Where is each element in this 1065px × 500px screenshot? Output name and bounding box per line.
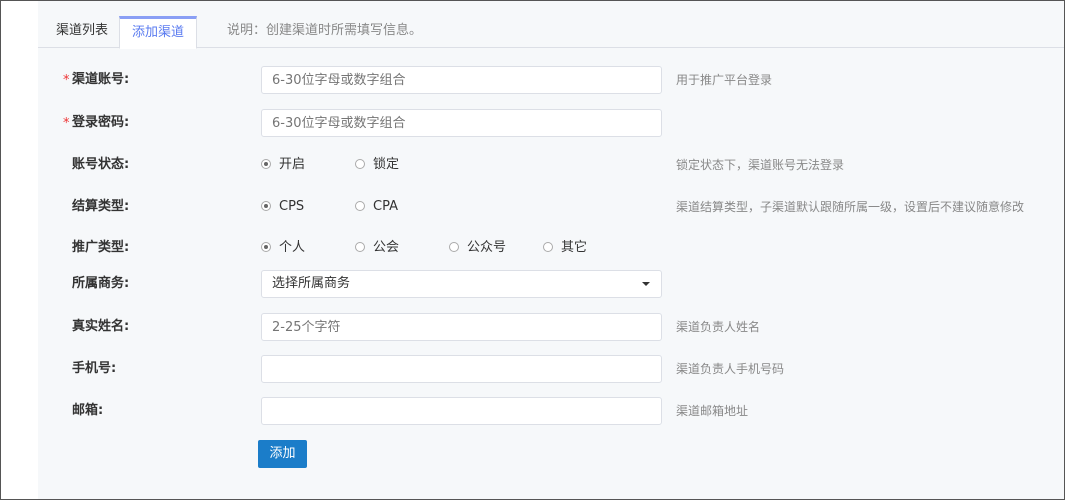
promotion-option-other: 其它 (561, 240, 588, 255)
tab-channel-list[interactable]: 渠道列表 (43, 16, 121, 48)
required-mark: * (63, 73, 70, 88)
radio-checked-icon (261, 242, 271, 252)
account-input[interactable] (261, 66, 662, 94)
business-select[interactable]: 选择所属商务 (261, 270, 662, 298)
row-real-name: 真实姓名: 渠道负责人姓名 (38, 313, 1064, 341)
promotion-radio-other[interactable]: 其它 (543, 234, 587, 262)
password-input[interactable] (261, 109, 662, 137)
password-label: 登录密码: (72, 115, 130, 130)
account-label: 渠道账号: (72, 72, 130, 87)
settlement-radio-cps[interactable]: CPS (261, 193, 304, 221)
window-frame: 渠道列表 添加渠道 说明：创建渠道时所需填写信息。 * 渠道账号: 用于推广平台… (0, 0, 1065, 500)
row-business: 所属商务: 选择所属商务 (38, 270, 1064, 298)
promotion-option-guild: 公会 (373, 240, 400, 255)
phone-hint: 渠道负责人手机号码 (676, 362, 785, 376)
phone-input[interactable] (261, 355, 662, 383)
status-option-open: 开启 (279, 157, 306, 172)
row-promotion: 推广类型: 个人 公会 公众号 其它 (38, 234, 1064, 262)
add-button[interactable]: 添加 (258, 440, 307, 468)
tab-description: 说明：创建渠道时所需填写信息。 (227, 23, 423, 38)
business-select-value: 选择所属商务 (272, 276, 351, 291)
content-panel: 渠道列表 添加渠道 说明：创建渠道时所需填写信息。 * 渠道账号: 用于推广平台… (38, 1, 1064, 499)
radio-checked-icon (261, 201, 271, 211)
status-hint: 锁定状态下，渠道账号无法登录 (676, 158, 845, 172)
radio-unchecked-icon (355, 159, 365, 169)
tab-add-channel[interactable]: 添加渠道 (119, 16, 197, 49)
radio-unchecked-icon (449, 242, 459, 252)
row-account: * 渠道账号: 用于推广平台登录 (38, 66, 1064, 94)
promotion-label: 推广类型: (72, 240, 130, 255)
email-hint: 渠道邮箱地址 (676, 404, 749, 418)
row-password: * 登录密码: (38, 109, 1064, 137)
settlement-hint: 渠道结算类型，子渠道默认跟随所属一级，设置后不建议随意修改 (676, 200, 1025, 214)
status-label: 账号状态: (72, 157, 130, 172)
email-input[interactable] (261, 397, 662, 425)
email-label: 邮箱: (72, 403, 104, 418)
promotion-radio-guild[interactable]: 公会 (355, 234, 399, 262)
radio-unchecked-icon (543, 242, 553, 252)
caret-down-icon (642, 282, 650, 286)
row-status: 账号状态: 开启 锁定 锁定状态下，渠道账号无法登录 (38, 151, 1064, 179)
radio-unchecked-icon (355, 242, 365, 252)
status-radio-lock[interactable]: 锁定 (355, 151, 399, 179)
real-name-input[interactable] (261, 313, 662, 341)
required-mark: * (63, 116, 70, 131)
row-email: 邮箱: 渠道邮箱地址 (38, 397, 1064, 425)
settlement-option-cpa: CPA (373, 199, 398, 214)
status-option-lock: 锁定 (373, 157, 400, 172)
real-name-label: 真实姓名: (72, 319, 130, 334)
promotion-radio-official-account[interactable]: 公众号 (449, 234, 506, 262)
radio-unchecked-icon (355, 201, 365, 211)
promotion-option-official-account: 公众号 (467, 240, 507, 255)
settlement-label: 结算类型: (72, 199, 130, 214)
account-hint: 用于推广平台登录 (676, 73, 773, 87)
promotion-radio-personal[interactable]: 个人 (261, 234, 305, 262)
radio-checked-icon (261, 159, 271, 169)
status-radio-open[interactable]: 开启 (261, 151, 305, 179)
business-label: 所属商务: (72, 276, 130, 291)
row-settlement: 结算类型: CPS CPA 渠道结算类型，子渠道默认跟随所属一级，设置后不建议随… (38, 193, 1064, 221)
tab-bar: 渠道列表 添加渠道 说明：创建渠道时所需填写信息。 (38, 16, 1064, 49)
real-name-hint: 渠道负责人姓名 (676, 320, 761, 334)
promotion-option-personal: 个人 (279, 240, 306, 255)
row-phone: 手机号: 渠道负责人手机号码 (38, 355, 1064, 383)
phone-label: 手机号: (72, 361, 117, 376)
settlement-radio-cpa[interactable]: CPA (355, 193, 398, 221)
settlement-option-cps: CPS (279, 199, 305, 214)
